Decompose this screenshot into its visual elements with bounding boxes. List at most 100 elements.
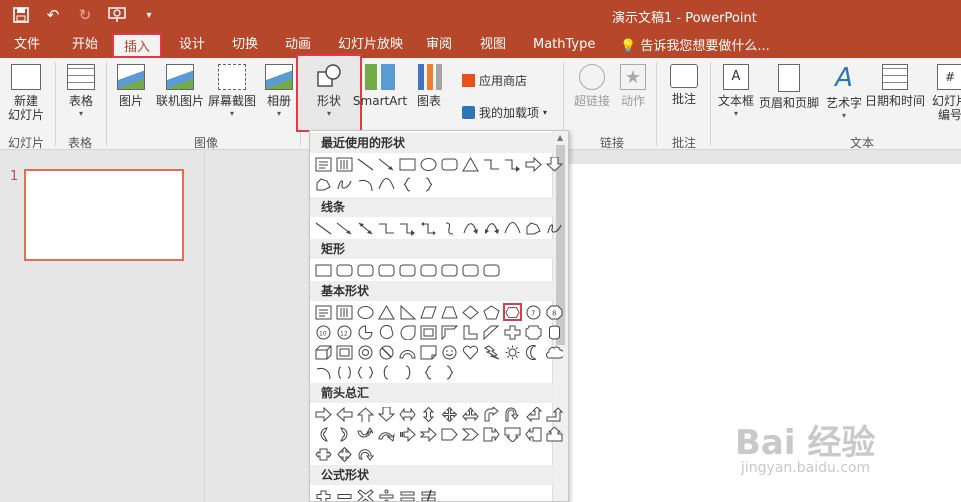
up-arrow-callout-shape[interactable] (545, 425, 564, 443)
sun-shape[interactable] (503, 343, 522, 361)
line-shape[interactable] (314, 219, 333, 237)
donut-shape[interactable] (356, 343, 375, 361)
hexagon-shape[interactable] (503, 303, 522, 321)
division-shape[interactable] (377, 487, 396, 501)
diamond-shape[interactable] (461, 303, 480, 321)
half-frame-shape[interactable] (440, 323, 459, 341)
vertical-text-box-shape[interactable] (335, 303, 354, 321)
store-button[interactable]: 应用商店 (462, 72, 527, 89)
left-right-up-arrow-shape[interactable] (461, 405, 480, 423)
l-shape[interactable] (461, 323, 480, 341)
chevron-shape[interactable] (461, 425, 480, 443)
scribble-shape[interactable] (335, 175, 354, 193)
curved-double-arrow-connector-shape[interactable] (482, 219, 501, 237)
elbow-connector-shape[interactable] (482, 155, 501, 173)
action-button[interactable]: ★ 动作 (616, 62, 650, 108)
notched-right-arrow-shape[interactable] (419, 425, 438, 443)
tab-mathtype[interactable]: MathType (533, 35, 595, 55)
rounded-rectangle-shape[interactable] (440, 155, 459, 173)
elbow-double-arrow-connector-shape[interactable] (419, 219, 438, 237)
striped-right-arrow-shape[interactable] (398, 425, 417, 443)
elbow-connector-shape[interactable] (377, 219, 396, 237)
teardrop-shape[interactable] (398, 323, 417, 341)
tell-me-box[interactable]: 💡 告诉我您想要做什么... (620, 35, 770, 54)
up-down-arrow-shape[interactable] (419, 405, 438, 423)
smartart-button[interactable]: SmartArt (352, 62, 408, 108)
album-button[interactable]: 相册 ▾ (262, 62, 296, 120)
double-bracket-shape[interactable] (335, 363, 354, 381)
tab-slideshow[interactable]: 幻灯片放映 (338, 35, 403, 55)
tab-insert[interactable]: 插入 (112, 33, 163, 58)
octagon-shape[interactable]: 8 (545, 303, 564, 321)
left-bracket-shape[interactable] (377, 363, 396, 381)
curved-right-arrow-shape[interactable] (314, 425, 333, 443)
arc-shape[interactable] (314, 363, 333, 381)
circular-arrow-shape[interactable] (356, 445, 375, 463)
undo-icon[interactable]: ↶ (42, 4, 64, 26)
right-brace-shape[interactable] (440, 363, 459, 381)
plaque-shape[interactable] (524, 323, 543, 341)
arc-shape[interactable] (377, 175, 396, 193)
chord-shape[interactable] (377, 323, 396, 341)
right-bracket-shape[interactable] (398, 363, 417, 381)
freeform-shape[interactable] (314, 175, 333, 193)
heart-shape[interactable] (461, 343, 480, 361)
cloud-shape[interactable] (545, 343, 564, 361)
save-icon[interactable] (10, 4, 32, 26)
rectangle-shape[interactable] (314, 261, 333, 279)
plus-shape[interactable] (314, 487, 333, 501)
decagon-shape[interactable]: 10 (314, 323, 333, 341)
dodecagon-shape[interactable]: 12 (335, 323, 354, 341)
slide-number-button[interactable]: # 幻灯片 编号 (928, 62, 961, 122)
folded-corner-shape[interactable] (419, 343, 438, 361)
lightning-bolt-shape[interactable] (482, 343, 501, 361)
online-picture-button[interactable]: 联机图片 (152, 62, 208, 108)
snip-same-side-rectangle-shape[interactable] (377, 261, 396, 279)
round-same-side-rectangle-shape[interactable] (461, 261, 480, 279)
arrow-line-shape[interactable] (335, 219, 354, 237)
text-box-shape[interactable] (314, 155, 333, 173)
block-arc-shape[interactable] (398, 343, 417, 361)
triangle-shape[interactable] (461, 155, 480, 173)
cross-shape[interactable] (503, 323, 522, 341)
text-box-shape[interactable] (314, 303, 333, 321)
my-addins-button[interactable]: 我的加载项 ▾ (462, 104, 547, 121)
left-right-arrow-shape[interactable] (398, 405, 417, 423)
multiply-shape[interactable] (356, 487, 375, 501)
elbow-arrow-connector-shape[interactable] (398, 219, 417, 237)
customize-icon[interactable]: ▾ (138, 4, 160, 26)
line-shape[interactable] (356, 155, 375, 173)
vertical-text-box-shape[interactable] (335, 155, 354, 173)
bent-arrow-shape[interactable] (482, 405, 501, 423)
tab-review[interactable]: 审阅 (426, 35, 452, 55)
curved-connector-shape[interactable] (440, 219, 459, 237)
comment-button[interactable]: 批注 (664, 62, 704, 106)
double-brace-shape[interactable] (356, 363, 375, 381)
minus-shape[interactable] (335, 487, 354, 501)
left-arrow-callout-shape[interactable] (524, 425, 543, 443)
down-arrow-shape[interactable] (545, 155, 564, 173)
screenshot-button[interactable]: 屏幕截图 ▾ (207, 62, 257, 120)
oval-shape[interactable] (356, 303, 375, 321)
round-diagonal-rectangle-shape[interactable] (482, 261, 501, 279)
datetime-button[interactable]: 日期和时间 (864, 62, 926, 108)
freeform-shape[interactable] (524, 219, 543, 237)
pentagon-arrow-shape[interactable] (440, 425, 459, 443)
u-turn-arrow-shape[interactable] (503, 405, 522, 423)
curved-down-arrow-shape[interactable] (377, 425, 396, 443)
curved-arrow-connector-shape[interactable] (461, 219, 480, 237)
bent-up-arrow-shape[interactable] (545, 405, 564, 423)
tab-design[interactable]: 设计 (179, 35, 205, 55)
can-shape[interactable] (545, 323, 564, 341)
heptagon-shape[interactable]: 7 (524, 303, 543, 321)
header-footer-button[interactable]: 页眉和页脚 (757, 62, 821, 110)
picture-button[interactable]: 图片 (112, 62, 150, 108)
up-arrow-shape[interactable] (356, 405, 375, 423)
tab-animations[interactable]: 动画 (285, 35, 311, 55)
tab-view[interactable]: 视图 (480, 35, 506, 55)
present-icon[interactable] (106, 4, 128, 26)
parallelogram-shape[interactable] (419, 303, 438, 321)
round-single-corner-rectangle-shape[interactable] (440, 261, 459, 279)
right-triangle-shape[interactable] (398, 303, 417, 321)
right-arrow-shape[interactable] (524, 155, 543, 173)
